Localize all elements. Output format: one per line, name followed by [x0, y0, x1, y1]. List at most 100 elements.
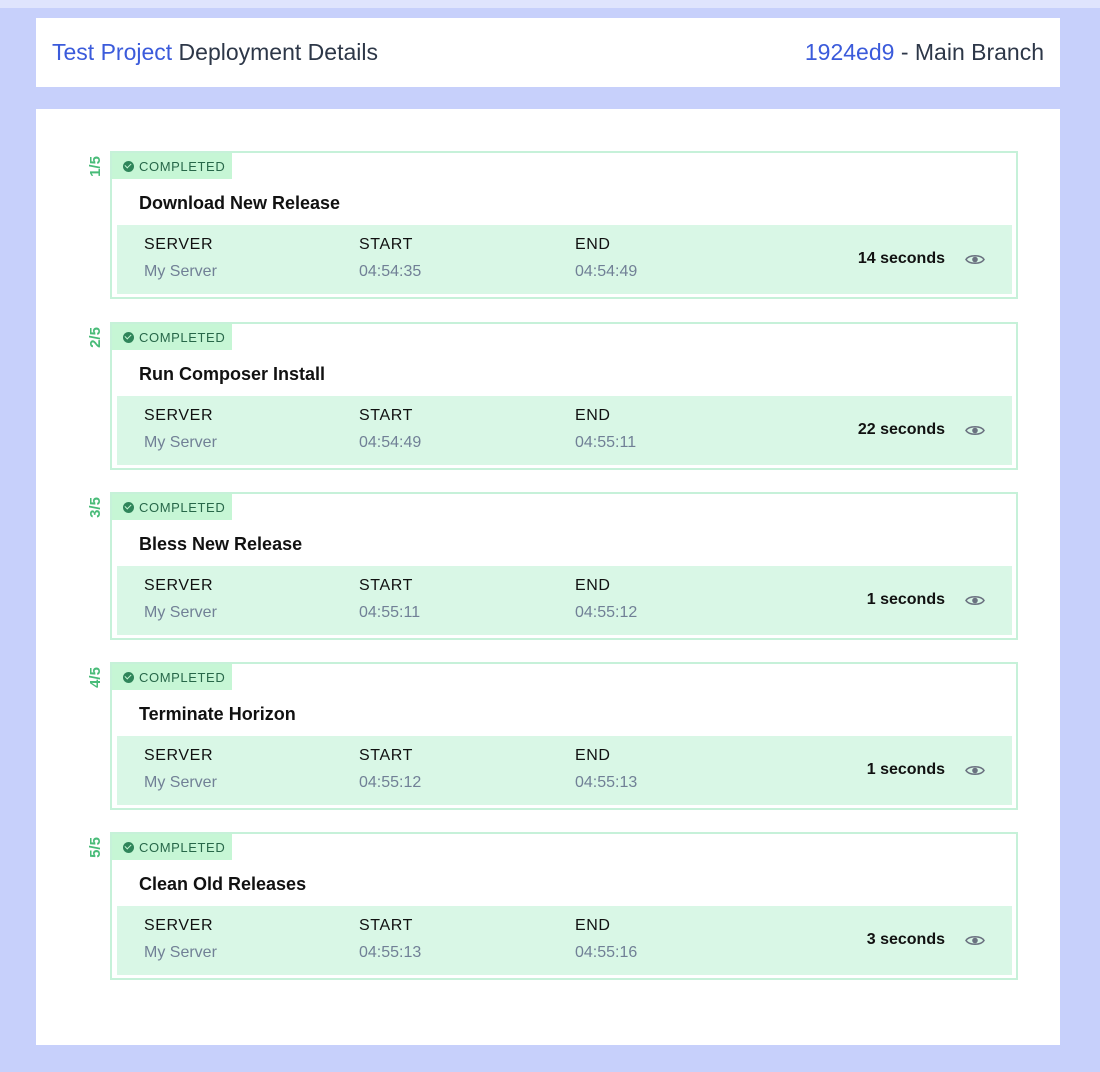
server-column: SERVER My Server: [144, 747, 217, 792]
end-column: END 04:55:16: [575, 917, 637, 962]
step-title: Terminate Horizon: [139, 704, 296, 724]
end-value: 04:55:11: [575, 434, 637, 451]
deployment-step: 1/5 COMPLETED Download New Release SERVE…: [87, 151, 1018, 299]
step-counter: 1/5: [86, 155, 104, 177]
start-value: 04:55:13: [359, 944, 422, 961]
eye-icon[interactable]: [965, 253, 985, 266]
step-card: COMPLETED Download New Release SERVER My…: [110, 151, 1018, 299]
step-duration: 3 seconds: [866, 931, 945, 948]
start-value: 04:54:35: [359, 263, 422, 280]
deployment-steps-panel: 1/5 COMPLETED Download New Release SERVE…: [36, 109, 1060, 1045]
eye-icon[interactable]: [965, 594, 985, 607]
status-label: COMPLETED: [139, 158, 226, 174]
start-value: 04:55:11: [359, 604, 421, 621]
step-card: COMPLETED Run Composer Install SERVER My…: [110, 322, 1018, 470]
step-counter: 2/5: [86, 326, 104, 348]
start-value: 04:55:12: [359, 774, 422, 791]
step-counter: 4/5: [86, 666, 104, 688]
deployment-step: 5/5 COMPLETED Clean Old Releases SERVER …: [87, 832, 1018, 980]
start-column: START 04:54:49: [359, 407, 421, 452]
server-label: SERVER: [144, 577, 214, 594]
branch-name: - Main Branch: [894, 39, 1044, 65]
check-circle-icon: [123, 841, 134, 853]
top-strip: [0, 0, 1100, 8]
server-value: My Server: [144, 774, 217, 791]
start-label: START: [359, 407, 413, 424]
server-value: My Server: [144, 434, 217, 451]
check-circle-icon: [123, 331, 134, 343]
status-badge: COMPLETED: [112, 153, 232, 179]
end-column: END 04:55:11: [575, 407, 636, 452]
end-column: END 04:54:49: [575, 236, 637, 281]
start-label: START: [359, 747, 413, 764]
server-label: SERVER: [144, 747, 214, 764]
end-label: END: [575, 747, 611, 764]
eye-icon[interactable]: [965, 424, 985, 437]
commit-info: 1924ed9 - Main Branch: [805, 39, 1044, 66]
page-header: Test Project Deployment Details 1924ed9 …: [36, 18, 1060, 87]
step-details: SERVER My Server START 04:55:12 END 04:5…: [117, 736, 1012, 805]
status-label: COMPLETED: [139, 839, 226, 855]
step-counter: 3/5: [86, 496, 104, 518]
step-title: Download New Release: [139, 193, 341, 213]
server-value: My Server: [144, 604, 217, 621]
step-counter: 5/5: [86, 836, 104, 858]
server-value: My Server: [144, 263, 217, 280]
end-value: 04:55:12: [575, 604, 638, 621]
start-label: START: [359, 917, 413, 934]
page-title: Test Project Deployment Details: [52, 39, 378, 66]
end-label: END: [575, 917, 611, 934]
start-column: START 04:54:35: [359, 236, 421, 281]
step-title: Clean Old Releases: [139, 874, 307, 894]
end-value: 04:54:49: [575, 263, 638, 280]
step-card: COMPLETED Clean Old Releases SERVER My S…: [110, 832, 1018, 980]
check-circle-icon: [123, 160, 134, 172]
step-title: Run Composer Install: [139, 364, 326, 384]
step-details: SERVER My Server START 04:54:35 END 04:5…: [117, 225, 1012, 294]
end-label: END: [575, 407, 611, 424]
start-column: START 04:55:12: [359, 747, 421, 792]
step-details: SERVER My Server START 04:55:13 END 04:5…: [117, 906, 1012, 975]
server-column: SERVER My Server: [144, 236, 217, 281]
status-label: COMPLETED: [139, 499, 226, 515]
start-column: START 04:55:11: [359, 577, 420, 622]
server-column: SERVER My Server: [144, 917, 217, 962]
server-label: SERVER: [144, 917, 214, 934]
deployment-step: 4/5 COMPLETED Terminate Horizon SERVER M…: [87, 662, 1018, 810]
status-label: COMPLETED: [139, 329, 226, 345]
start-label: START: [359, 236, 413, 253]
step-card: COMPLETED Bless New Release SERVER My Se…: [110, 492, 1018, 640]
end-column: END 04:55:13: [575, 747, 637, 792]
end-column: END 04:55:12: [575, 577, 637, 622]
start-value: 04:54:49: [359, 434, 422, 451]
deployment-step: 2/5 COMPLETED Run Composer Install SERVE…: [87, 322, 1018, 470]
project-link[interactable]: Test Project: [52, 39, 172, 65]
status-badge: COMPLETED: [112, 664, 232, 690]
server-label: SERVER: [144, 236, 214, 253]
server-column: SERVER My Server: [144, 577, 217, 622]
eye-icon[interactable]: [965, 934, 985, 947]
eye-icon[interactable]: [965, 764, 985, 777]
commit-link[interactable]: 1924ed9: [805, 39, 895, 65]
step-card: COMPLETED Terminate Horizon SERVER My Se…: [110, 662, 1018, 810]
step-duration: 1 seconds: [866, 761, 945, 778]
status-badge: COMPLETED: [112, 324, 232, 350]
end-value: 04:55:13: [575, 774, 638, 791]
step-duration: 1 seconds: [866, 591, 945, 608]
status-badge: COMPLETED: [112, 834, 232, 860]
start-label: START: [359, 577, 413, 594]
end-value: 04:55:16: [575, 944, 638, 961]
server-value: My Server: [144, 944, 217, 961]
start-column: START 04:55:13: [359, 917, 421, 962]
check-circle-icon: [123, 671, 134, 683]
server-column: SERVER My Server: [144, 407, 217, 452]
step-duration: 22 seconds: [857, 421, 945, 438]
status-badge: COMPLETED: [112, 494, 232, 520]
server-label: SERVER: [144, 407, 214, 424]
check-circle-icon: [123, 501, 134, 513]
end-label: END: [575, 236, 611, 253]
deployment-step: 3/5 COMPLETED Bless New Release SERVER M…: [87, 492, 1018, 640]
step-details: SERVER My Server START 04:54:49 END 04:5…: [117, 396, 1012, 465]
page-title-text: Deployment Details: [172, 39, 378, 65]
step-title: Bless New Release: [139, 534, 303, 554]
